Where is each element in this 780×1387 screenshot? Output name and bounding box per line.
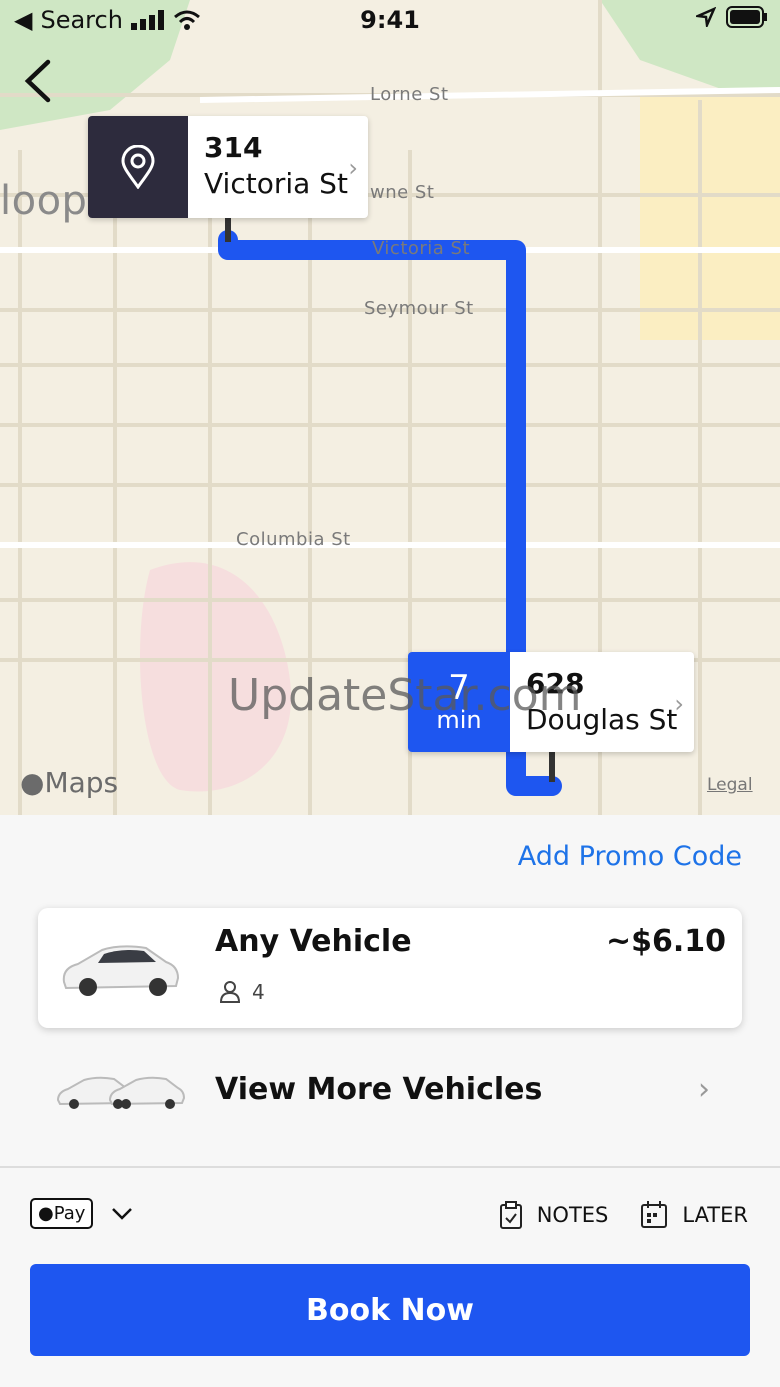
location-pin-icon: [121, 145, 155, 189]
vehicle-price: ~$6.10: [605, 924, 726, 959]
chevron-right-icon: ›: [348, 154, 358, 182]
chevron-right-icon: ›: [674, 690, 684, 718]
back-button[interactable]: [20, 58, 60, 104]
street-label: Victoria St: [372, 238, 471, 259]
later-button[interactable]: LATER: [640, 1200, 748, 1230]
street-label: Lorne St: [370, 84, 449, 105]
passenger-capacity: 4: [218, 980, 265, 1004]
passenger-count: 4: [252, 980, 265, 1004]
booking-actions: NOTES LATER: [499, 1200, 748, 1230]
battery-icon: [726, 6, 767, 28]
car-icon: [62, 945, 180, 996]
chevron-right-icon: ›: [698, 1072, 710, 1107]
later-label: LATER: [682, 1203, 748, 1227]
street-label: Seymour St: [364, 298, 474, 319]
view-more-label: View More Vehicles: [215, 1072, 543, 1107]
notes-label: NOTES: [536, 1203, 609, 1227]
apple-pay-badge: ●Pay: [30, 1198, 94, 1229]
booking-sheet: Add Promo Code Any Vehicle ~$6.10 4 View…: [0, 815, 780, 1387]
payment-selector[interactable]: ●Pay: [30, 1198, 133, 1229]
street-label: Columbia St: [236, 529, 351, 550]
pickup-street: Victoria St: [204, 167, 348, 200]
divider: [0, 1166, 780, 1168]
calendar-icon: [641, 1201, 668, 1228]
cars-icon: [56, 1076, 186, 1109]
person-icon: [219, 981, 241, 1003]
watermark: UpdateStar.com: [228, 670, 582, 721]
chevron-down-icon: [112, 1207, 133, 1220]
vehicle-name: Any Vehicle: [215, 924, 412, 959]
status-bar: ◀ Search 9:41: [0, 0, 780, 40]
legal-link[interactable]: Legal: [707, 775, 753, 795]
apple-logo-icon: ●: [20, 766, 45, 799]
maps-attribution: ●Maps: [20, 766, 118, 799]
status-time: 9:41: [360, 6, 420, 34]
street-label: wne St: [370, 182, 435, 203]
chevron-left-icon: [24, 59, 51, 103]
pickup-pin-box: [88, 116, 188, 218]
notes-button[interactable]: NOTES: [499, 1200, 609, 1230]
vehicle-option-card[interactable]: Any Vehicle ~$6.10 4: [38, 908, 742, 1028]
pickup-number: 314: [204, 131, 263, 164]
location-arrow-icon: [696, 7, 716, 27]
area-label: loop: [0, 178, 88, 224]
apple-logo-icon: ●: [38, 1203, 54, 1224]
maps-label: Maps: [44, 766, 119, 799]
add-promo-code-link[interactable]: Add Promo Code: [518, 841, 742, 872]
status-right: [696, 6, 768, 28]
pickup-card[interactable]: 314 Victoria St ›: [88, 116, 368, 218]
notes-icon: [499, 1201, 522, 1229]
book-now-button[interactable]: Book Now: [30, 1264, 750, 1356]
map-view[interactable]: ◀ Search 9:41 Lorne St wne St Victoria S…: [0, 0, 780, 815]
payment-label: Pay: [53, 1203, 86, 1224]
view-more-vehicles-button[interactable]: View More Vehicles ›: [0, 1050, 780, 1130]
